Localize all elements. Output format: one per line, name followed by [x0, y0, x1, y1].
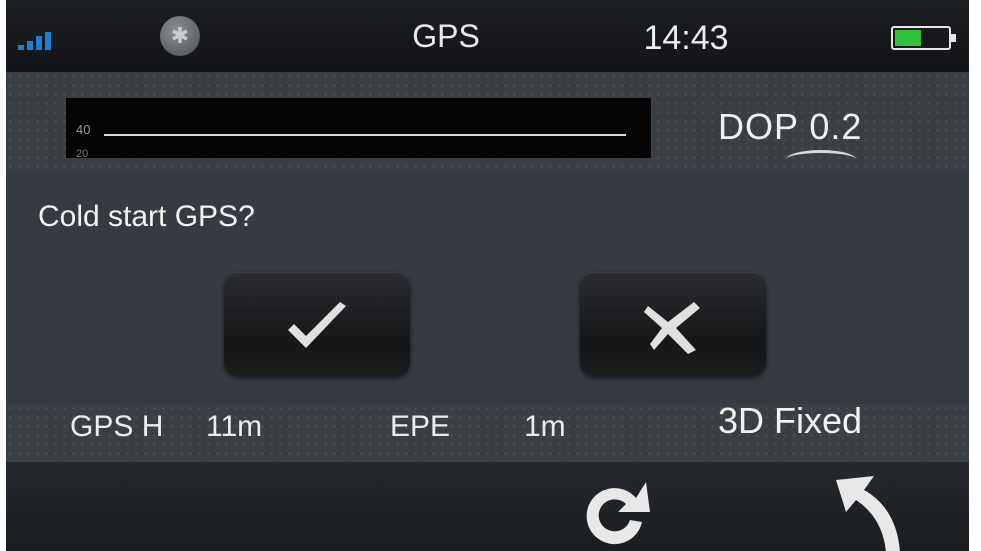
gps-h-label: GPS H — [70, 410, 164, 443]
dop-underline — [786, 150, 856, 169]
signal-strength-icon — [18, 30, 54, 50]
battery-icon — [891, 26, 956, 50]
cancel-button[interactable] — [580, 272, 766, 376]
dialog-question: Cold start GPS? — [38, 200, 255, 233]
gps-screen: ✱ GPS 14:43 40 20 DOP 0.2 Cold start GPS… — [6, 0, 969, 551]
epe-label: EPE — [390, 410, 451, 443]
fix-status: 3D Fixed — [718, 400, 863, 441]
gps-h-value: 11m — [206, 410, 263, 443]
battery-fill — [895, 30, 921, 46]
back-arrow-icon[interactable] — [826, 466, 916, 551]
status-bar: ✱ GPS 14:43 — [6, 0, 969, 72]
dop-value: DOP 0.2 — [718, 106, 863, 147]
epe-value: 1m — [524, 410, 566, 443]
bottom-bar — [6, 462, 969, 551]
cross-icon — [644, 301, 700, 354]
refresh-icon[interactable] — [576, 470, 662, 551]
checkmark-icon — [288, 301, 346, 348]
graph-tick-bottom: 20 — [76, 148, 89, 160]
confirm-button[interactable] — [224, 272, 410, 376]
graph-tick-top: 40 — [76, 122, 91, 137]
clock: 14:43 — [643, 19, 729, 57]
bluetooth-icon[interactable]: ✱ — [160, 16, 200, 56]
screen-title: GPS — [412, 18, 480, 54]
signal-graph: 40 20 — [66, 98, 651, 160]
graph-line — [104, 134, 626, 136]
